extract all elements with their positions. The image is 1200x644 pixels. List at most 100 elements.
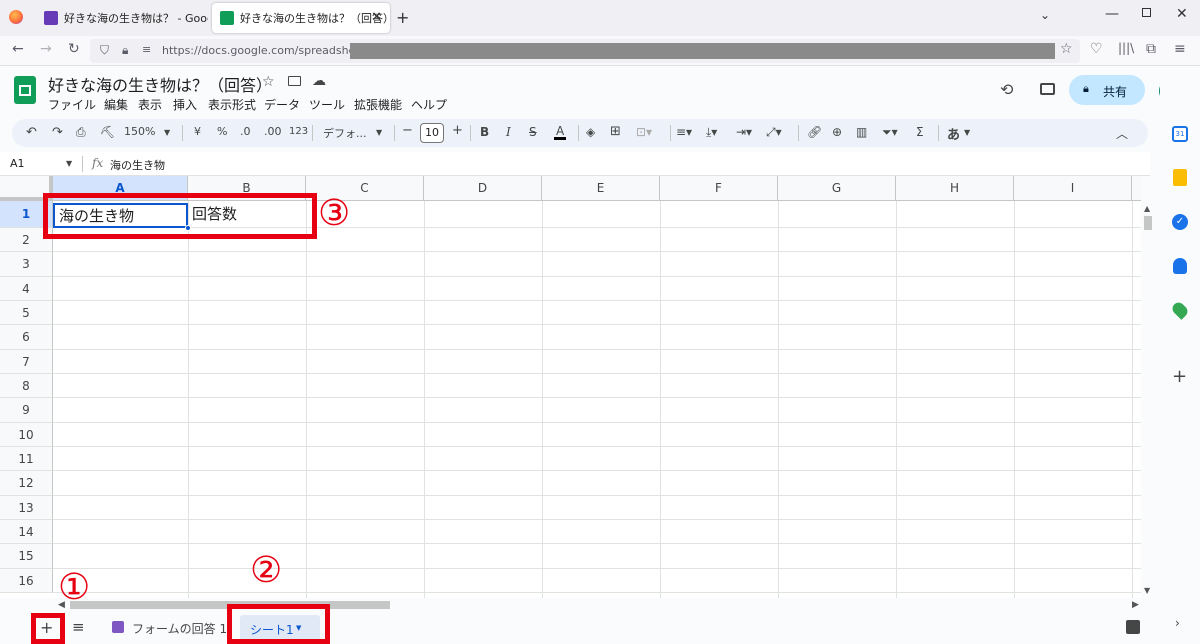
comments-icon[interactable] (1040, 83, 1055, 95)
row-header-10[interactable]: 10 (0, 423, 53, 447)
text-color-button[interactable]: A (554, 125, 567, 140)
font-size-decrease-icon[interactable]: − (402, 123, 413, 138)
document-title[interactable]: 好きな海の生き物は？（回答） (48, 72, 272, 96)
functions-icon[interactable]: Σ (916, 125, 924, 139)
row-header-12[interactable]: 12 (0, 471, 53, 496)
tasks-icon[interactable]: ✓ (1172, 214, 1188, 230)
horizontal-scrollbar[interactable]: ◀ ▶ (0, 598, 1150, 612)
tab-list-icon[interactable]: ⌄ (1040, 8, 1050, 22)
redo-icon[interactable]: ↷ (52, 125, 63, 140)
filter-icon[interactable]: ⏷▾ (882, 125, 898, 140)
strikethrough-icon[interactable]: S (529, 125, 537, 139)
scroll-right-icon[interactable]: ▶ (1132, 600, 1139, 610)
chevron-down-icon[interactable]: ▼ (964, 128, 970, 137)
sheets-logo-icon[interactable] (14, 76, 36, 104)
menu-help[interactable]: ヘルプ (411, 96, 447, 113)
print-icon[interactable]: ⎙ (76, 125, 86, 140)
decrease-decimal-button[interactable]: .0 (240, 125, 251, 138)
paint-format-icon[interactable]: ⛏ (100, 125, 115, 139)
row-header-9[interactable]: 9 (0, 398, 53, 423)
pocket-icon[interactable]: ♡ (1090, 41, 1103, 57)
scroll-up-icon[interactable]: ▲ (1144, 204, 1150, 213)
bookmark-star-icon[interactable]: ☆ (1060, 41, 1073, 57)
row-header-6[interactable]: 6 (0, 325, 53, 350)
insert-link-icon[interactable]: 🔗︎ (807, 125, 822, 139)
bold-button[interactable]: B (480, 125, 489, 139)
move-folder-icon[interactable] (288, 76, 301, 86)
font-size-input[interactable]: 10 (420, 123, 444, 143)
column-header-f[interactable]: F (660, 176, 778, 201)
font-select[interactable]: デフォ... (323, 125, 367, 141)
column-header-e[interactable]: E (542, 176, 660, 201)
merge-cells-icon[interactable]: ⊡▾ (636, 125, 652, 139)
row-header-16[interactable]: 16 (0, 569, 53, 593)
menu-icon[interactable]: ≡ (1174, 41, 1186, 57)
browser-tab-sheets[interactable]: 好きな海の生き物は？（回答） - Go ✕ (212, 3, 390, 33)
collapse-toolbar-icon[interactable]: ︿ (1116, 125, 1128, 142)
browser-tab-forms[interactable]: 好きな海の生き物は？ - Google フ (36, 3, 208, 33)
add-addon-icon[interactable]: + (1172, 366, 1187, 387)
scroll-down-icon[interactable]: ▼ (1144, 586, 1150, 595)
more-formats-button[interactable]: 123 (289, 126, 308, 137)
url-bar[interactable]: ⛉ 🔒︎ ≡ https://docs.google.com/spreadshe… (90, 39, 1080, 63)
row-header-3[interactable]: 3 (0, 252, 53, 277)
firefox-icon[interactable] (9, 10, 23, 24)
menu-tools[interactable]: ツール (309, 96, 345, 113)
shield-icon[interactable]: ⛉ (100, 43, 109, 58)
row-header-7[interactable]: 7 (0, 350, 53, 374)
chevron-down-icon[interactable]: ▼ (376, 128, 382, 137)
share-button[interactable]: 🔒︎ 共有 (1069, 75, 1145, 105)
row-header-8[interactable]: 8 (0, 374, 53, 398)
menu-edit[interactable]: 編集 (104, 96, 128, 113)
reload-icon[interactable]: ↻ (68, 41, 80, 57)
borders-icon[interactable]: ⊞ (610, 124, 621, 139)
row-header-13[interactable]: 13 (0, 496, 53, 520)
vertical-align-icon[interactable]: ⤓▾ (706, 125, 717, 140)
expand-panel-icon[interactable]: › (1175, 616, 1180, 630)
horizontal-align-icon[interactable]: ≡▾ (676, 125, 692, 139)
permissions-icon[interactable]: ≡ (142, 43, 151, 56)
menu-extensions[interactable]: 拡張機能 (354, 96, 402, 113)
forward-icon[interactable]: → (40, 41, 52, 57)
insert-chart-icon[interactable]: ▥ (856, 125, 867, 139)
row-header-11[interactable]: 11 (0, 447, 53, 471)
all-sheets-button[interactable]: ≡ (72, 618, 85, 636)
chevron-down-icon[interactable]: ▼ (66, 159, 72, 168)
chevron-down-icon[interactable]: ▼ (164, 128, 170, 137)
currency-format-button[interactable]: ¥ (194, 125, 201, 138)
italic-button[interactable]: I (506, 125, 511, 139)
menu-file[interactable]: ファイル (48, 96, 96, 113)
menu-format[interactable]: 表示形式 (208, 96, 256, 113)
row-header-5[interactable]: 5 (0, 301, 53, 325)
undo-icon[interactable]: ↶ (26, 125, 37, 140)
star-icon[interactable]: ☆ (262, 74, 275, 90)
font-size-increase-icon[interactable]: + (452, 123, 463, 138)
column-header-h[interactable]: H (896, 176, 1014, 201)
fill-color-icon[interactable]: ◈ (586, 125, 595, 139)
back-icon[interactable]: ← (12, 41, 24, 57)
maps-icon[interactable] (1170, 300, 1190, 320)
row-header-14[interactable]: 14 (0, 520, 53, 544)
zoom-select[interactable]: 150% (124, 125, 155, 138)
name-box[interactable]: A1 (10, 157, 25, 170)
library-icon[interactable]: |||\ (1118, 41, 1134, 55)
row-header-4[interactable]: 4 (0, 277, 53, 301)
spreadsheet-grid[interactable]: A B C D E F G H I 1 2 3 4 5 6 7 8 9 10 1… (0, 176, 1141, 598)
keep-icon[interactable] (1173, 169, 1187, 186)
menu-data[interactable]: データ (264, 96, 300, 113)
contacts-icon[interactable] (1173, 258, 1187, 274)
close-tab-icon[interactable]: ✕ (371, 10, 382, 25)
menu-insert[interactable]: 挿入 (173, 96, 197, 113)
new-tab-icon[interactable]: + (396, 8, 409, 27)
insert-comment-icon[interactable]: ⊕ (832, 125, 842, 139)
column-header-i[interactable]: I (1014, 176, 1132, 201)
row-header-15[interactable]: 15 (0, 544, 53, 569)
vertical-scrollbar[interactable]: ▲ ▼ (1141, 200, 1155, 598)
percent-format-button[interactable]: % (217, 125, 227, 138)
extensions-icon[interactable]: ⧉ (1146, 41, 1156, 57)
menu-view[interactable]: 表示 (138, 96, 162, 113)
text-rotate-icon[interactable]: ⤢▾ (766, 125, 782, 140)
text-wrap-icon[interactable]: ⇥▾ (736, 125, 752, 139)
version-history-icon[interactable]: ⟲ (1000, 80, 1013, 99)
calendar-icon[interactable]: 31 (1172, 126, 1188, 142)
